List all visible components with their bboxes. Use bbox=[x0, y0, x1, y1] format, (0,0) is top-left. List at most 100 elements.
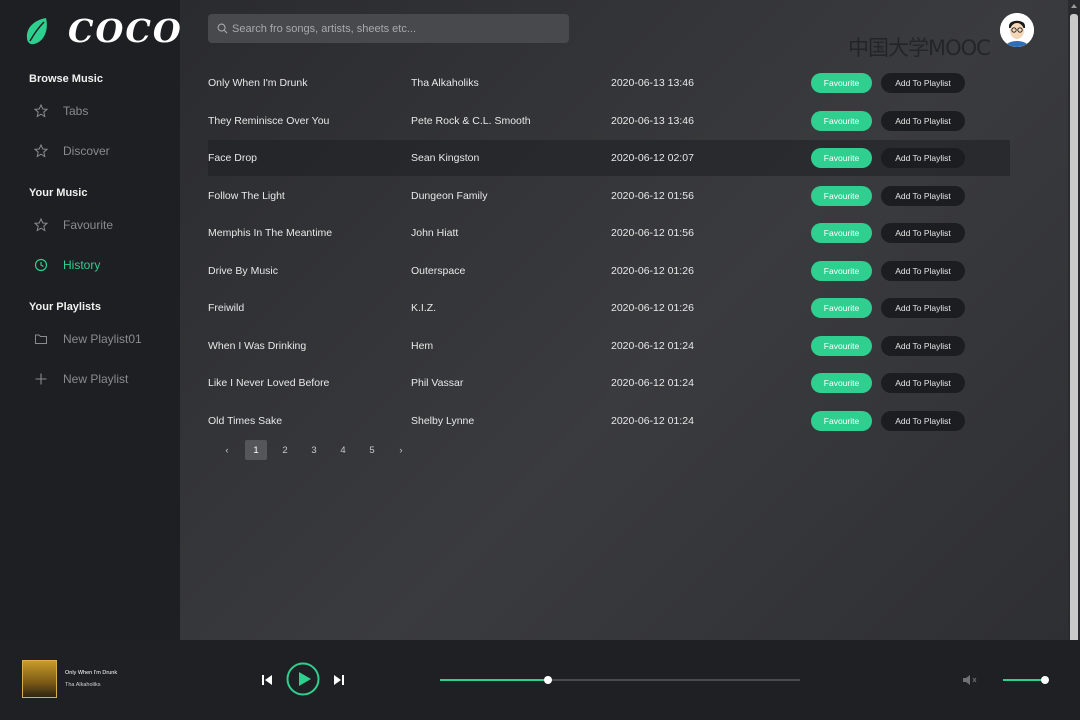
sidebar-item[interactable]: New Playlist01 bbox=[34, 332, 142, 346]
avatar-icon bbox=[1000, 13, 1034, 47]
volume-knob[interactable] bbox=[1040, 676, 1049, 684]
progress-fill bbox=[440, 679, 548, 681]
favourite-button[interactable]: Favourite bbox=[811, 335, 872, 356]
favourite-button[interactable]: Favourite bbox=[811, 410, 872, 431]
song-title[interactable]: Like I Never Loved Before bbox=[208, 377, 329, 389]
add-to-playlist-button[interactable]: Add To Playlist bbox=[881, 335, 965, 356]
song-row[interactable]: Freiwild K.I.Z. 2020-06-12 01:26 Favourite A… bbox=[208, 290, 1010, 326]
sidebar-item[interactable]: Tabs bbox=[34, 104, 88, 118]
add-to-playlist-button[interactable]: Add To Playlist bbox=[881, 373, 965, 393]
page-scrollbar[interactable] bbox=[1068, 0, 1080, 660]
search-input[interactable]: Search fro songs, artists, sheets etc... bbox=[208, 14, 569, 43]
song-row[interactable]: Like I Never Loved Before Phil Vassar 2020… bbox=[208, 365, 1010, 401]
favourite-button[interactable]: Favourite bbox=[811, 260, 872, 281]
song-row[interactable]: Face Drop Sean Kingston 2020-06-12 02:07 Fa… bbox=[208, 140, 1010, 176]
played-time: 2020-06-12 01:26 bbox=[611, 264, 694, 277]
album-cover[interactable] bbox=[22, 660, 57, 698]
song-artist[interactable]: Dungeon Family bbox=[411, 190, 487, 202]
add-to-playlist-button[interactable]: Add To Playlist bbox=[881, 260, 965, 281]
now-playing-title: Only When I'm Drunk bbox=[65, 670, 118, 676]
song-artist[interactable]: K.I.Z. bbox=[411, 302, 436, 314]
sidebar-item-label: New Playlist01 bbox=[63, 332, 142, 346]
favourite-button[interactable]: Favourite bbox=[811, 373, 872, 393]
leaf-logo-icon bbox=[26, 18, 47, 45]
sidebar-item-label: New Playlist bbox=[63, 372, 129, 386]
favourite-button[interactable]: Favourite bbox=[811, 185, 872, 206]
scroll-up-icon[interactable] bbox=[1070, 2, 1078, 10]
sidebar-section-title: Your Music bbox=[29, 187, 88, 199]
add-to-playlist-button[interactable]: Add To Playlist bbox=[881, 223, 965, 243]
next-icon[interactable] bbox=[332, 673, 346, 687]
logo[interactable]: COCO bbox=[24, 12, 183, 50]
favourite-button[interactable]: Favourite bbox=[811, 148, 872, 168]
sidebar-item[interactable]: Favourite bbox=[34, 218, 113, 232]
sidebar-item[interactable]: Discover bbox=[34, 144, 110, 158]
volume-icon[interactable] bbox=[962, 673, 978, 687]
add-to-playlist-button[interactable]: Add To Playlist bbox=[881, 185, 965, 206]
favourite-button[interactable]: Favourite bbox=[811, 110, 872, 131]
prev-page-button[interactable]: ‹ bbox=[216, 440, 238, 460]
sidebar-item[interactable]: History bbox=[34, 258, 100, 272]
now-playing-artist: Tha Alkaholiks bbox=[65, 682, 101, 688]
song-artist[interactable]: Sean Kingston bbox=[411, 152, 479, 164]
song-row[interactable]: Follow The Light Dungeon Family 2020-06-12… bbox=[208, 178, 1010, 214]
played-time: 2020-06-12 01:56 bbox=[611, 189, 694, 202]
song-title[interactable]: Only When I'm Drunk bbox=[208, 77, 307, 89]
sidebar-item[interactable]: New Playlist bbox=[34, 372, 128, 386]
add-to-playlist-button[interactable]: Add To Playlist bbox=[881, 410, 965, 431]
played-time: 2020-06-12 01:24 bbox=[611, 377, 694, 389]
progress-knob[interactable] bbox=[544, 676, 552, 684]
song-row[interactable]: They Reminisce Over You Pete Rock & C.L. … bbox=[208, 103, 1010, 139]
sidebar: COCO bbox=[0, 0, 183, 640]
song-artist[interactable]: Shelby Lynne bbox=[411, 415, 474, 427]
next-page-button[interactable]: › bbox=[390, 440, 412, 460]
played-time: 2020-06-13 13:46 bbox=[611, 114, 694, 127]
star-icon bbox=[34, 144, 48, 158]
sidebar-item-label: History bbox=[63, 258, 101, 272]
scrollbar-thumb[interactable] bbox=[1070, 14, 1078, 660]
song-artist[interactable]: Pete Rock & C.L. Smooth bbox=[411, 115, 531, 127]
favourite-button[interactable]: Favourite bbox=[811, 223, 872, 243]
add-to-playlist-button[interactable]: Add To Playlist bbox=[881, 110, 965, 131]
page-button[interactable]: 5 bbox=[361, 440, 383, 460]
song-title[interactable]: Old Times Sake bbox=[208, 415, 282, 427]
song-title[interactable]: They Reminisce Over You bbox=[208, 115, 329, 127]
song-title[interactable]: Follow The Light bbox=[208, 190, 285, 202]
played-time: 2020-06-12 01:56 bbox=[611, 227, 694, 239]
sidebar-section-title: Browse Music bbox=[29, 73, 103, 85]
played-time: 2020-06-13 13:46 bbox=[611, 77, 694, 89]
song-row[interactable]: When I Was Drinking Hem 2020-06-12 01:24 Fa… bbox=[208, 328, 1010, 364]
song-row[interactable]: Memphis In The Meantime John Hiatt 2020-06… bbox=[208, 215, 1010, 251]
song-row[interactable]: Drive By Music Outerspace 2020-06-12 01:26… bbox=[208, 253, 1010, 289]
page-button[interactable]: 1 bbox=[245, 440, 267, 460]
page-button[interactable]: 2 bbox=[274, 440, 296, 460]
add-to-playlist-button[interactable]: Add To Playlist bbox=[881, 298, 965, 318]
song-artist[interactable]: Tha Alkaholiks bbox=[411, 77, 479, 89]
play-button-icon[interactable] bbox=[286, 662, 320, 696]
add-to-playlist-button[interactable]: Add To Playlist bbox=[881, 148, 965, 168]
sidebar-item-label: Tabs bbox=[63, 104, 89, 118]
song-artist[interactable]: Outerspace bbox=[411, 265, 465, 277]
favourite-button[interactable]: Favourite bbox=[811, 298, 872, 318]
song-title[interactable]: Freiwild bbox=[208, 302, 244, 314]
page-button[interactable]: 4 bbox=[332, 440, 354, 460]
song-row[interactable]: Old Times Sake Shelby Lynne 2020-06-12 01:… bbox=[208, 403, 1010, 439]
song-artist[interactable]: John Hiatt bbox=[411, 227, 458, 239]
song-row[interactable]: Only When I'm Drunk Tha Alkaholiks 2020-06… bbox=[208, 65, 1010, 101]
song-title[interactable]: Memphis In The Meantime bbox=[208, 227, 332, 239]
favourite-button[interactable]: Favourite bbox=[811, 73, 872, 93]
song-title[interactable]: Face Drop bbox=[208, 152, 257, 164]
song-title[interactable]: When I Was Drinking bbox=[208, 340, 306, 352]
user-avatar[interactable] bbox=[1000, 13, 1034, 47]
volume-fill bbox=[1003, 679, 1045, 681]
previous-icon[interactable] bbox=[260, 673, 274, 687]
watermark: 中国大学MOOC bbox=[848, 36, 991, 60]
page-button[interactable]: 3 bbox=[303, 440, 325, 460]
volume-slider[interactable] bbox=[1003, 676, 1049, 684]
song-artist[interactable]: Hem bbox=[411, 340, 433, 352]
add-to-playlist-button[interactable]: Add To Playlist bbox=[881, 73, 965, 93]
logo-text: COCO bbox=[68, 12, 183, 50]
song-artist[interactable]: Phil Vassar bbox=[411, 377, 463, 389]
song-title[interactable]: Drive By Music bbox=[208, 265, 278, 277]
progress-slider[interactable] bbox=[440, 676, 800, 684]
